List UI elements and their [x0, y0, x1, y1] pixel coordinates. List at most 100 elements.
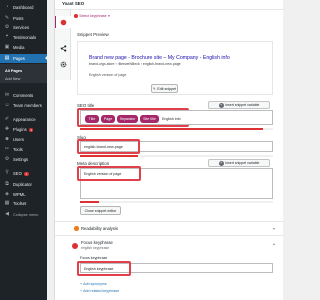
sidebar-item-posts[interactable]: ✎ Posts [0, 14, 47, 23]
chevron-up-icon[interactable]: ▴ [273, 241, 275, 246]
sidebar-item-label: Plugins [13, 127, 27, 132]
google-preview-description: English version of page [89, 73, 127, 77]
settings-icon: ⚙ [4, 156, 10, 162]
slug-progress [80, 155, 273, 157]
sidebar-item-users[interactable]: ☻ Users [0, 135, 47, 144]
pencil-icon: ✎ [152, 86, 156, 91]
keyphrase-score-dot [72, 243, 78, 249]
sidebar-item-label: Dashboard [13, 5, 34, 10]
submenu-all-pages[interactable]: All Pages [0, 64, 47, 74]
divider [55, 235, 284, 236]
metabox-tabs [55, 10, 71, 80]
readability-analysis-toggle[interactable]: Readability analysis [74, 226, 118, 231]
sidebar-item-label: Users [13, 137, 24, 142]
add-synonyms-label: Add synonyms [83, 282, 107, 286]
highlight-box [77, 139, 140, 154]
admin-sidebar: ◔ Dashboard ✎ Posts ⚙ Services ❝ Testimonial… [0, 0, 47, 300]
yoast-tab-icon [60, 19, 67, 25]
sidebar-item-label: Media [13, 45, 25, 50]
edit-snippet-label: Edit snippet [157, 86, 177, 91]
collapse-menu-button[interactable]: ◀ Collapse menu [0, 210, 47, 219]
gear-icon [60, 61, 66, 67]
metabox-title: Yoast SEO [62, 1, 85, 6]
sidebar-item-label: SEO [13, 171, 22, 176]
variable-pill[interactable]: Title [85, 115, 99, 123]
services-icon: ⚙ [4, 24, 10, 30]
insert-variable-label: Insert snippet variable [225, 103, 260, 107]
readability-score-dot [74, 226, 79, 231]
yoast-icon: Ÿ [5, 170, 9, 176]
sidebar-item-testimonials[interactable]: ❝ Testimonials [0, 33, 47, 42]
submenu-label: Add New [5, 76, 21, 81]
notification-badge: 1 [23, 171, 29, 176]
wpml-icon: ◈ [5, 191, 9, 197]
snippet-preview-heading: Snippet Preview [77, 32, 109, 37]
pages-icon: ▤ [4, 55, 10, 61]
insert-variable-button-meta[interactable]: + Insert snippet variable [208, 159, 270, 167]
variable-pill[interactable]: Page [101, 115, 115, 123]
sidebar-item-label: Posts [13, 16, 24, 21]
focus-keyphrase-heading: Focus keyphrase [81, 240, 113, 245]
add-related-keyphrase-link[interactable]: + Add related keyphrase [80, 289, 119, 293]
duplicator-icon: ⧉ [5, 181, 9, 187]
close-snippet-editor-button[interactable]: Close snippet editor [80, 206, 121, 215]
sidebar-item-label: Settings [13, 157, 29, 162]
submenu-add-new[interactable]: Add New [0, 74, 47, 83]
plugins-icon: ✚ [4, 126, 10, 132]
progress-fill [80, 128, 264, 130]
sidebar-item-label: Team members [13, 103, 42, 108]
sidebar-item-tools[interactable]: ✂ Tools [0, 145, 47, 154]
tab-advanced[interactable] [55, 58, 71, 70]
toolset-icon: ▦ [4, 200, 10, 206]
sidebar-item-pages[interactable]: ▤ Pages [0, 54, 47, 63]
focus-keyphrase-dropdown[interactable]: Select keyphrase ▾ [74, 14, 110, 18]
insert-variable-label: Insert snippet variable [225, 161, 260, 165]
variable-pill[interactable]: Separator [117, 115, 138, 123]
sidebar-item-wpml[interactable]: ◈ WPML [0, 190, 47, 199]
collapse-label: Collapse menu [13, 212, 39, 217]
appearance-icon: ✐ [4, 116, 10, 122]
users-icon: ☻ [4, 136, 10, 142]
sidebar-item-appearance[interactable]: ✐ Appearance [0, 115, 47, 124]
focus-keyphrase-field-label: Focus keyphrase [80, 256, 108, 260]
collapse-icon: ◀ [5, 211, 9, 217]
pin-icon: ✎ [4, 15, 10, 21]
tab-social[interactable] [55, 42, 71, 54]
chevron-down-icon[interactable]: ▾ [273, 226, 275, 231]
plus-icon: + [80, 289, 83, 293]
yoast-seo-metabox: Yoast SEO Select keyphrase ▾ Snippet Pre… [54, 0, 284, 300]
seo-title-field[interactable]: Title Page Separator Site title English … [80, 110, 273, 125]
progress-fill [80, 201, 100, 203]
highlight-box [77, 261, 131, 276]
sidebar-item-toolset[interactable]: ▦ Toolset [0, 199, 47, 208]
progress-fill [80, 155, 138, 157]
sidebar-item-label: Testimonials [13, 35, 37, 40]
sidebar-item-label: Appearance [13, 117, 36, 122]
sidebar-item-duplicator[interactable]: ⧉ Duplicator [0, 180, 47, 189]
google-preview-url: brand.orgs.store › ›BeeweNBeck › english… [89, 62, 181, 66]
highlight-box [77, 166, 141, 181]
google-preview-title: Brand new page - Brochure site – My Comp… [89, 55, 230, 61]
sidebar-item-comments[interactable]: ✉ Comments [0, 91, 47, 100]
variable-pill[interactable]: Site title [140, 115, 159, 123]
update-count-badge: 1 [28, 127, 34, 132]
sidebar-item-services[interactable]: ⚙ Services [0, 23, 47, 32]
focus-keyphrase-dropdown-label: Select keyphrase [79, 14, 107, 18]
sidebar-item-media[interactable]: ▣ Media [0, 43, 47, 52]
sidebar-item-label: Services [13, 25, 30, 30]
sidebar-item-team-members[interactable]: ☺ Team members [0, 101, 47, 110]
team-icon: ☺ [4, 102, 10, 108]
tab-seo[interactable] [55, 16, 71, 28]
plus-icon: + [218, 160, 224, 166]
add-synonyms-link[interactable]: + Add synonyms [80, 282, 107, 286]
edit-snippet-button[interactable]: ✎ Edit snippet [151, 84, 178, 93]
dashboard-icon: ◔ [5, 4, 9, 10]
plus-icon: + [218, 102, 224, 108]
tools-icon: ✂ [4, 146, 10, 152]
sidebar-item-dashboard[interactable]: ◔ Dashboard [0, 3, 47, 12]
sidebar-item-seo[interactable]: Ÿ SEO 1 [0, 169, 47, 178]
insert-variable-button-title[interactable]: + Insert snippet variable [208, 101, 270, 109]
sidebar-item-settings[interactable]: ⚙ Settings [0, 155, 47, 164]
sidebar-item-plugins[interactable]: ✚ Plugins 1 [0, 125, 47, 134]
sidebar-item-label: WPML [13, 192, 26, 197]
